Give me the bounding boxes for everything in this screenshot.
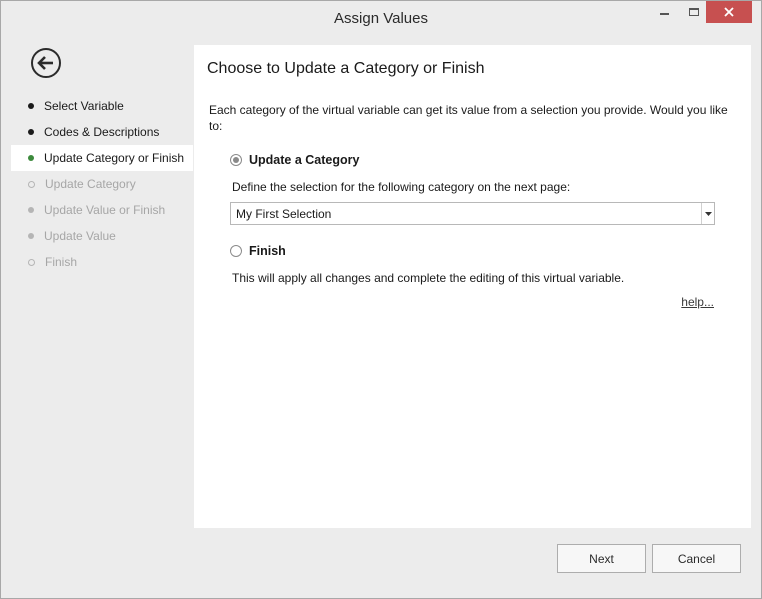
step-finish: Finish (11, 249, 193, 275)
minimize-icon (659, 13, 669, 15)
step-pending-dot (28, 180, 35, 188)
finish-option[interactable]: Finish (230, 244, 286, 258)
main-panel: Choose to Update a Category or Finish Ea… (194, 45, 751, 528)
step-select-variable[interactable]: Select Variable (11, 93, 193, 119)
step-label: Finish (45, 255, 78, 269)
maximize-button[interactable] (681, 1, 707, 23)
page-title: Choose to Update a Category or Finish (207, 60, 485, 77)
selection-dropdown-value: My First Selection (236, 206, 332, 221)
step-label: Update Category or Finish (44, 151, 185, 165)
update-category-description: Define the selection for the following c… (232, 180, 571, 194)
selection-dropdown[interactable]: My First Selection (230, 202, 715, 225)
close-button[interactable] (706, 1, 752, 23)
cancel-button[interactable]: Cancel (652, 544, 741, 573)
window-title: Assign Values (334, 10, 428, 27)
step-pending-dot (28, 207, 34, 213)
minimize-button[interactable] (651, 1, 677, 23)
maximize-icon (689, 8, 699, 16)
step-label: Update Value (44, 229, 116, 243)
dialog-window: Assign Values Select Variable Codes & De… (0, 0, 762, 599)
step-label: Codes & Descriptions (44, 125, 160, 139)
update-category-option[interactable]: Update a Category (230, 153, 359, 167)
intro-text: Each category of the virtual variable ca… (209, 103, 728, 133)
step-done-dot (28, 103, 34, 109)
step-update-value: Update Value (11, 223, 193, 249)
wizard-sidebar: Select Variable Codes & Descriptions Upd… (11, 35, 193, 528)
wizard-steps: Select Variable Codes & Descriptions Upd… (11, 93, 193, 275)
update-category-radio[interactable] (230, 154, 242, 166)
close-icon (724, 7, 734, 17)
step-update-category: Update Category (11, 171, 193, 197)
step-codes-descriptions[interactable]: Codes & Descriptions (11, 119, 193, 145)
dropdown-arrow-icon[interactable] (701, 203, 714, 224)
finish-description: This will apply all changes and complete… (232, 271, 625, 285)
step-update-category-or-finish[interactable]: Update Category or Finish (11, 145, 193, 171)
step-label: Update Value or Finish (44, 203, 166, 217)
step-pending-dot (28, 233, 34, 239)
help-link[interactable]: help... (681, 295, 714, 309)
radio-selected-mark (233, 157, 239, 163)
step-done-dot (28, 129, 34, 135)
next-button[interactable]: Next (557, 544, 646, 573)
update-category-label[interactable]: Update a Category (249, 153, 359, 167)
title-bar[interactable]: Assign Values (1, 1, 761, 35)
back-button[interactable] (31, 48, 61, 78)
step-label: Update Category (45, 177, 136, 191)
step-label: Select Variable (44, 99, 124, 113)
back-arrow-icon (37, 56, 53, 70)
finish-radio[interactable] (230, 245, 242, 257)
step-current-dot (28, 155, 34, 161)
step-update-value-or-finish: Update Value or Finish (11, 197, 193, 223)
step-pending-dot (28, 258, 35, 266)
finish-label[interactable]: Finish (249, 244, 286, 258)
